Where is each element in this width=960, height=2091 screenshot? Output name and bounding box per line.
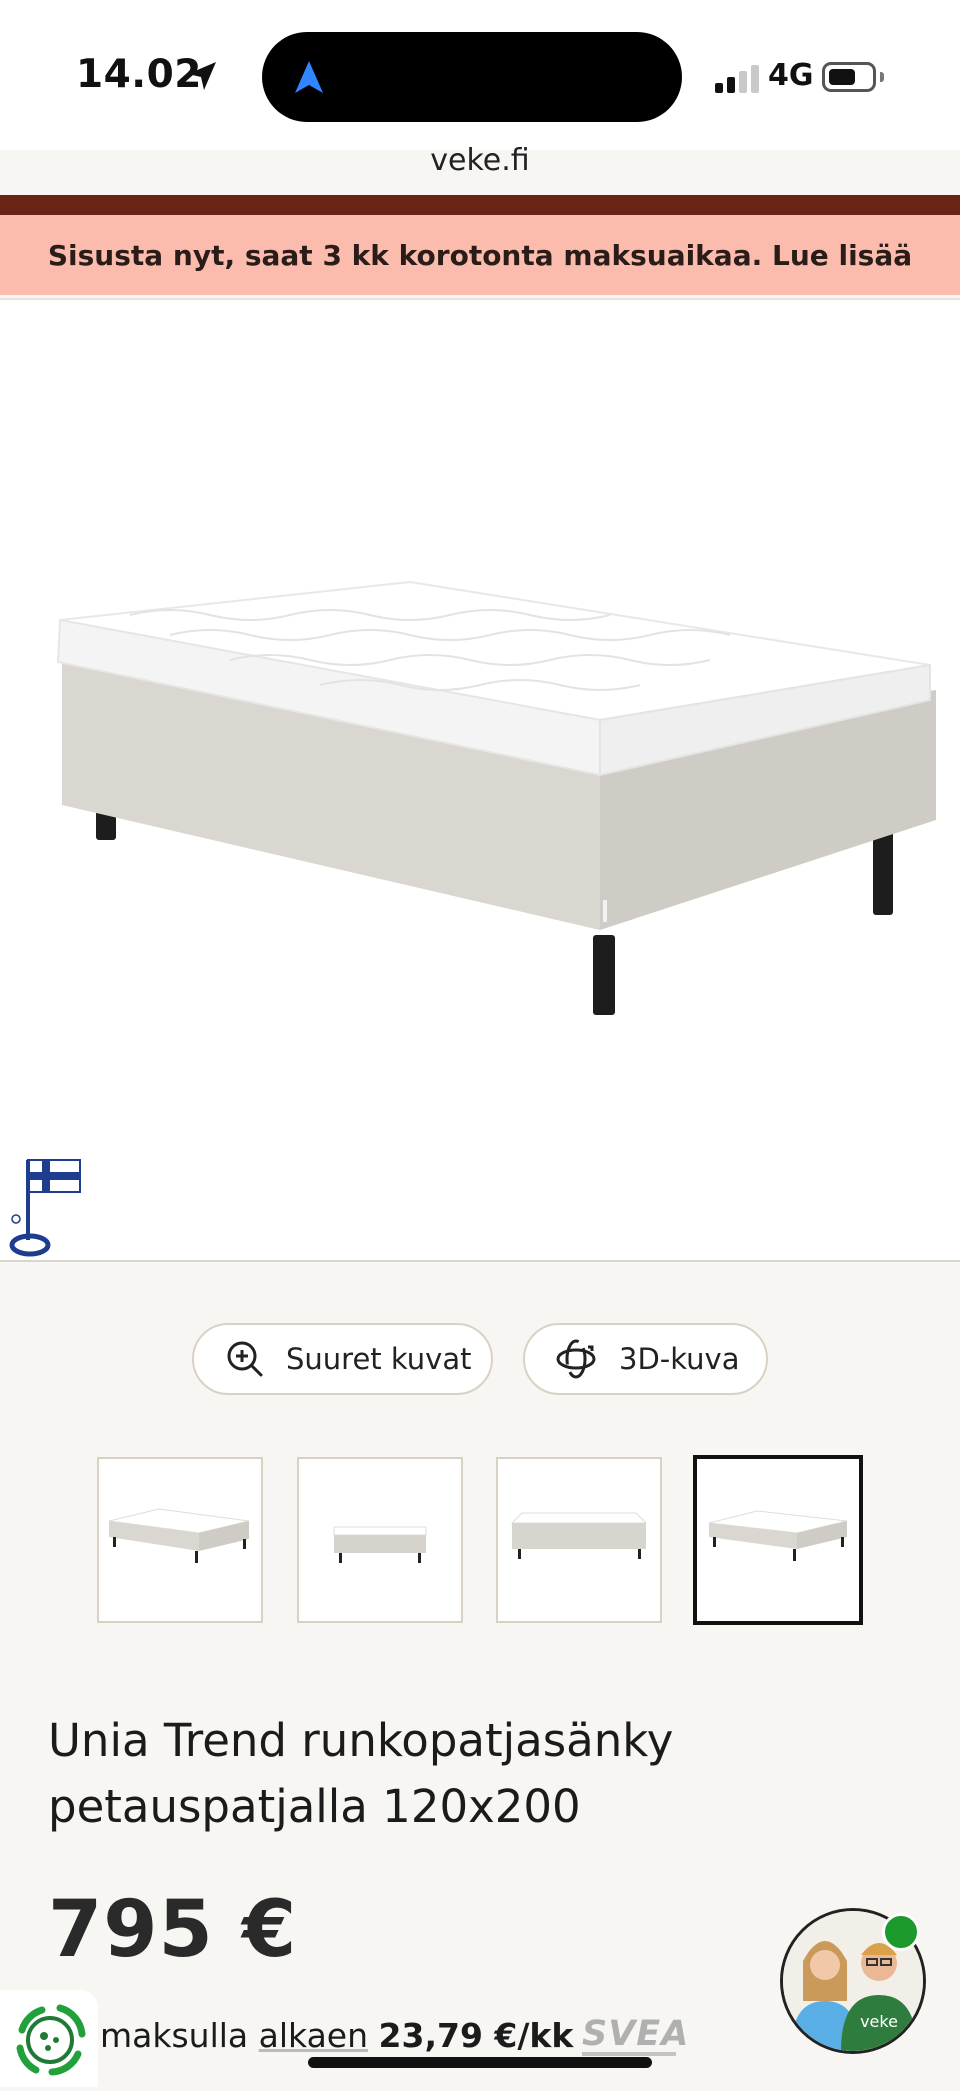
financing-prefix: maksulla xyxy=(100,2016,249,2055)
view-3d-label: 3D-kuva xyxy=(619,1342,740,1376)
divider xyxy=(0,1260,960,1262)
chat-brand-text: veke xyxy=(860,2012,898,2031)
thumbnail-2[interactable] xyxy=(297,1457,463,1623)
dynamic-island xyxy=(262,32,682,122)
home-indicator[interactable] xyxy=(308,2057,652,2068)
thumbnail-image xyxy=(108,1508,250,1563)
thumbnail-3[interactable] xyxy=(496,1457,662,1623)
clock: 14.02 xyxy=(76,52,202,97)
promo-text[interactable]: Sisusta nyt, saat 3 kk korotonta maksuai… xyxy=(48,239,912,272)
large-images-label: Suuret kuvat xyxy=(286,1342,472,1376)
zoom-in-icon xyxy=(227,1341,263,1377)
battery-tip xyxy=(880,72,884,82)
online-indicator xyxy=(882,1913,920,1951)
status-bar: 14.02 4G veke.fi xyxy=(0,0,960,178)
view-3d-button[interactable]: 3D-kuva xyxy=(523,1323,768,1395)
financing-text: maksulla alkaen 23,79 €/kk xyxy=(100,2016,573,2055)
thumbnail-image xyxy=(708,1510,848,1561)
nav-arrow-icon xyxy=(295,61,323,93)
thumbnail-image xyxy=(510,1512,648,1559)
brand-strip xyxy=(0,195,960,215)
product-image[interactable] xyxy=(0,300,960,1260)
product-title: Unia Trend runkopatjasänky petauspatjall… xyxy=(48,1708,868,1840)
thumbnail-1[interactable] xyxy=(97,1457,263,1623)
rotate-3d-icon xyxy=(556,1339,596,1379)
battery-icon xyxy=(822,62,876,92)
product-title-line-1: Unia Trend runkopatjasänky xyxy=(48,1714,674,1767)
large-images-button[interactable]: Suuret kuvat xyxy=(192,1323,493,1395)
svea-logo-underline xyxy=(582,2052,676,2056)
signal-bars-icon xyxy=(715,63,761,93)
bed-illustration xyxy=(56,580,936,1015)
promo-banner[interactable]: Sisusta nyt, saat 3 kk korotonta maksuai… xyxy=(0,215,960,295)
product-price: 795 € xyxy=(48,1885,298,1975)
thumbnail-image xyxy=(333,1526,427,1563)
product-title-line-2: petauspatjalla 120x200 xyxy=(48,1780,581,1833)
thumbnail-4-selected[interactable] xyxy=(693,1455,863,1625)
network-type: 4G xyxy=(768,58,814,93)
finance-badge xyxy=(0,1990,98,2087)
recycle-circle-icon xyxy=(16,2004,86,2076)
address-bar-url[interactable]: veke.fi xyxy=(0,143,960,178)
svea-logo: SVEA xyxy=(582,2014,690,2054)
financing-amount: 23,79 €/kk xyxy=(378,2016,574,2055)
financing-link[interactable]: alkaen xyxy=(259,2016,368,2055)
key-flag-icon xyxy=(9,1159,81,1257)
location-arrow-icon xyxy=(188,62,216,90)
